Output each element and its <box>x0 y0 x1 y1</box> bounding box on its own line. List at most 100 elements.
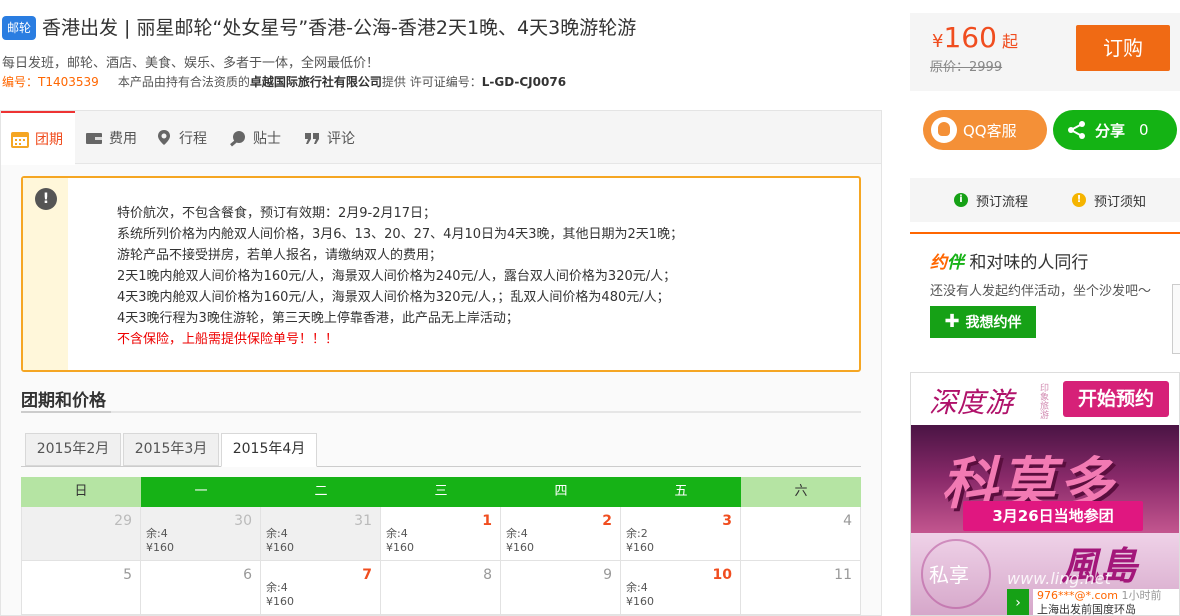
currency-symbol: ¥ <box>932 31 944 52</box>
notice-side: ! <box>23 178 68 370</box>
remaining-seats: 余:4 <box>266 527 288 540</box>
original-price: 原价：2999 <box>930 60 1003 75</box>
promo-banner-bottom: 私享 風島 www.ling.net › 976***@*.com 1小时前 上… <box>911 533 1179 615</box>
product-meta: 编号：T1403539 本产品由持有合法资质的卓越国际旅行社有限公司提供 许可证… <box>2 73 566 90</box>
calendar-day-cell[interactable]: 1 余:4 ¥160 <box>381 507 501 561</box>
day-price: ¥160 <box>266 595 294 608</box>
day-number: 29 <box>114 513 132 529</box>
notice-line: 特价航次，不包含餐食，预订有效期：2月9-2月17日； <box>117 206 437 221</box>
travel-partner-title: 约伴 和对味的人同行 <box>930 248 1088 273</box>
yueban-logo-a: 约 <box>930 253 947 273</box>
notice-line: 游轮产品不接受拼房，若单人报名，请缴纳双人的费用； <box>117 248 443 263</box>
share-button[interactable]: 分享 0 <box>1053 110 1177 150</box>
price-box: ¥160 起 原价：2999 订购 <box>910 13 1180 91</box>
qq-icon <box>931 117 957 143</box>
tab-tips[interactable]: 贴士 <box>219 111 291 164</box>
main-panel: 团期 费用 行程 贴士 评论 ! 特价航次，不包含餐食，预订有效期：2月9-2月… <box>0 110 882 616</box>
day-number: 31 <box>354 513 372 529</box>
day-number: 11 <box>834 567 852 583</box>
day-price: ¥160 <box>386 541 414 554</box>
qq-label: QQ客服 <box>963 121 1017 140</box>
day-availability: 余:4 ¥160 <box>626 581 654 609</box>
find-partner-button[interactable]: ✚ 我想约伴 <box>930 306 1036 338</box>
share-label: 分享 <box>1095 121 1126 140</box>
day-number: 2 <box>602 513 612 529</box>
day-number: 6 <box>243 567 252 583</box>
license-number: L-GD-CJ0076 <box>481 75 567 89</box>
notice-line: 2天1晚内舱双人间价格为160元/人，海景双人间价格为240元/人，露台双人间价… <box>117 269 677 284</box>
calendar-body: 29 30 余:4 ¥160 31 余:4 ¥160 1 余:4 ¥160 2 余:4 ¥160 3 余:2… <box>21 507 861 615</box>
promo-banner-top: 深度游 印象旅游 开始预约 <box>911 373 1179 425</box>
tab-reviews[interactable]: 评论 <box>293 111 365 164</box>
month-tab-mar[interactable]: 2015年3月 <box>123 433 219 466</box>
promo-start-button[interactable]: 开始预约 <box>1063 381 1169 417</box>
booking-process-link[interactable]: i 预订流程 <box>954 191 1028 210</box>
tab-label: 评论 <box>327 130 355 147</box>
remaining-seats: 余:2 <box>626 527 648 540</box>
calendar-day-cell: 29 <box>21 507 141 561</box>
qq-service-button[interactable]: QQ客服 <box>923 110 1047 150</box>
promo-banner[interactable]: 深度游 印象旅游 开始预约 科莫多 3月26日当地参团 私享 風島 www.li… <box>910 372 1180 616</box>
provider-prefix: 本产品由持有合法资质的 <box>117 75 250 89</box>
quote-icon <box>305 132 319 144</box>
remaining-seats: 余:4 <box>266 581 288 594</box>
tab-label: 行程 <box>179 130 207 147</box>
tab-itinerary[interactable]: 行程 <box>145 111 217 164</box>
booking-info-bar: i 预订流程 ! 预订须知 <box>910 178 1180 222</box>
remaining-seats: 余:4 <box>626 581 648 594</box>
travel-partner-heading: 和对味的人同行 <box>969 253 1089 273</box>
chevron-right-icon[interactable]: › <box>1007 589 1029 615</box>
notice-line: 4天3晚行程为3晚住游轮，第三天晚上停靠香港，此产品无上岸活动； <box>117 311 519 326</box>
watermark: www.ling.net <box>1007 569 1111 588</box>
calendar-day-cell[interactable]: 2 余:4 ¥160 <box>501 507 621 561</box>
tab-label: 贴士 <box>253 130 281 147</box>
promo-brand: 深度游 <box>929 386 1014 419</box>
tab-label: 团期 <box>35 132 63 148</box>
activity-bubble: 976***@*.com 1小时前 上海出发前国度环岛 <box>1033 589 1179 615</box>
price-calendar: 日 一 二 三 四 五 六 29 30 余:4 ¥160 31 余:4 ¥160 1 余:4 ¥1… <box>21 477 861 615</box>
tab-fees[interactable]: 费用 <box>75 111 147 164</box>
notice-line: 系统所列价格为内舱双人间价格，3月6、13、20、27、4月10日为4天3晚，其… <box>117 227 684 242</box>
notice-lines: 特价航次，不包含餐食，预订有效期：2月9-2月17日； 系统所列价格为内舱双人间… <box>117 203 683 350</box>
plus-icon: ✚ <box>944 311 960 332</box>
day-number: 7 <box>362 567 372 583</box>
buy-button[interactable]: 订购 <box>1076 25 1170 71</box>
day-number: 5 <box>123 567 132 583</box>
yueban-logo: 约伴 <box>930 253 964 273</box>
promo-date-band: 3月26日当地参团 <box>963 501 1143 531</box>
calendar-day-cell: 9 <box>501 561 621 615</box>
month-tab-feb[interactable]: 2015年2月 <box>25 433 121 466</box>
day-availability: 余:4 ¥160 <box>146 527 174 555</box>
day-price: ¥160 <box>146 541 174 554</box>
notice-warning: 不含保险，上船需提供保险单号！！！ <box>117 332 339 347</box>
travel-partner-box: 约伴 和对味的人同行 还没有人发起约伴活动，坐个沙发吧～ ✚ 我想约伴 <box>910 232 1180 354</box>
remaining-seats: 余:4 <box>146 527 168 540</box>
calendar-day-cell: 30 余:4 ¥160 <box>141 507 261 561</box>
booking-notes-link[interactable]: ! 预订须知 <box>1072 191 1146 210</box>
calendar-day-cell: 8 <box>381 561 501 615</box>
provider-name: 卓越国际旅行社有限公司 <box>249 75 382 89</box>
month-tab-apr[interactable]: 2015年4月 <box>221 433 317 467</box>
tab-schedule[interactable]: 团期 <box>1 111 75 165</box>
day-availability: 余:4 ¥160 <box>266 527 294 555</box>
weekday-tue: 二 <box>261 477 381 507</box>
info-icon: i <box>954 193 968 207</box>
calendar-week-row: 29 30 余:4 ¥160 31 余:4 ¥160 1 余:4 ¥160 2 余:4 ¥160 3 余:2… <box>21 507 861 561</box>
calendar-day-cell[interactable]: 10 余:4 ¥160 <box>621 561 741 615</box>
day-availability: 余:4 ¥160 <box>506 527 534 555</box>
remaining-seats: 余:4 <box>386 527 408 540</box>
provider-suffix: 提供 许可证编号： <box>381 75 482 89</box>
share-icon <box>1068 121 1085 139</box>
calendar-week-row: 5 6 7 余:4 ¥160 8 9 10 余:4 ¥160 11 <box>21 561 861 615</box>
weekday-sat: 六 <box>741 477 861 507</box>
current-price: ¥160 起 <box>932 21 1018 54</box>
search-icon <box>230 130 245 146</box>
section-divider <box>21 411 861 413</box>
category-tag: 邮轮 <box>2 16 36 40</box>
yueban-logo-b: 伴 <box>947 253 964 273</box>
day-number: 30 <box>234 513 252 529</box>
calendar-day-cell[interactable]: 3 余:2 ¥160 <box>621 507 741 561</box>
promo-banner-middle: 科莫多 3月26日当地参团 <box>911 425 1179 533</box>
calendar-day-cell: 11 <box>741 561 861 615</box>
calendar-day-cell[interactable]: 7 余:4 ¥160 <box>261 561 381 615</box>
